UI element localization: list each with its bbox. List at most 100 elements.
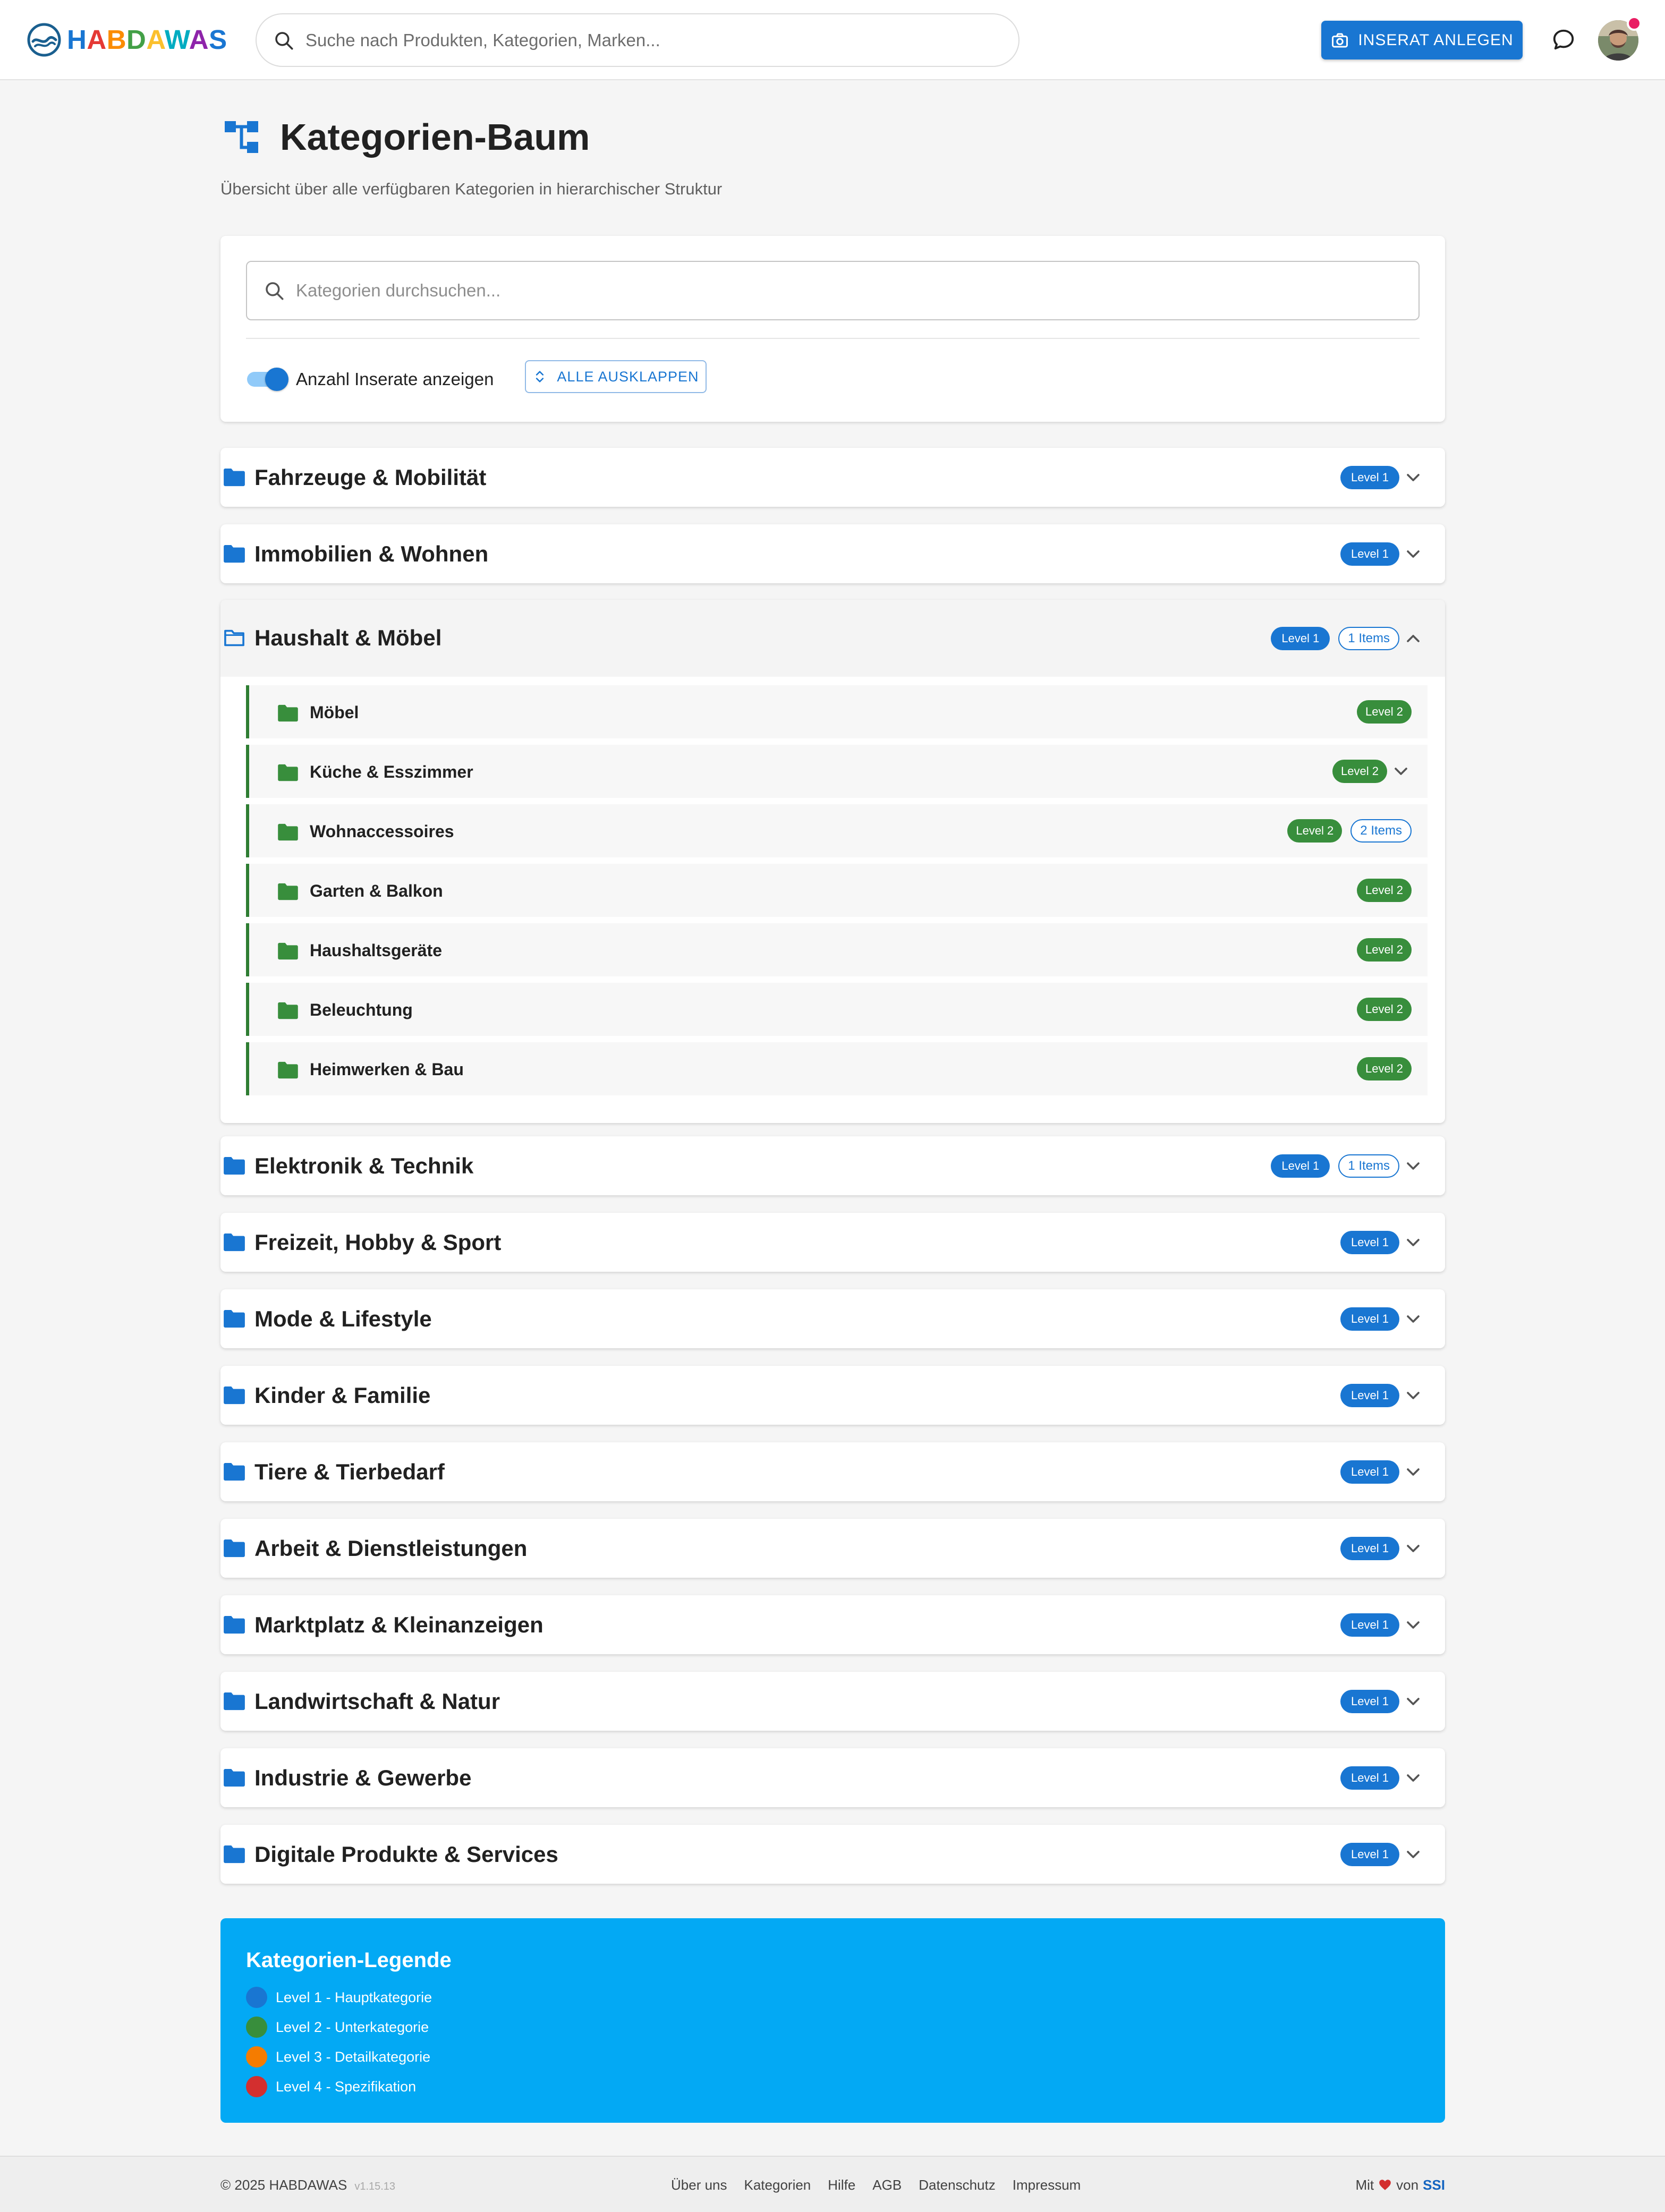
category-header[interactable]: Immobilien & Wohnen Level 1 bbox=[220, 524, 1445, 583]
search-icon bbox=[266, 282, 284, 300]
category-name: Kinder & Familie bbox=[254, 1383, 431, 1408]
logo[interactable]: HABDAWAS bbox=[27, 22, 227, 57]
subcategory-item[interactable]: Heimwerken & Bau Level 2 bbox=[246, 1042, 1428, 1095]
footer-link[interactable]: Impressum bbox=[1013, 2176, 1081, 2194]
category-card: Industrie & Gewerbe Level 1 bbox=[220, 1748, 1445, 1807]
subcategory-item[interactable]: Garten & Balkon Level 2 bbox=[246, 864, 1428, 917]
subcategory-item[interactable]: Möbel Level 2 bbox=[246, 685, 1428, 738]
logo-wave-icon bbox=[27, 23, 61, 57]
category-header[interactable]: Haushalt & Möbel Level 1 1 Items bbox=[220, 600, 1445, 677]
category-meta: Level 1 bbox=[1340, 524, 1424, 583]
category-header[interactable]: Tiere & Tierbedarf Level 1 bbox=[220, 1442, 1445, 1501]
legend-label: Level 2 - Unterkategorie bbox=[276, 2019, 429, 2035]
chevron-down-icon bbox=[1407, 1774, 1420, 1782]
category-header[interactable]: Fahrzeuge & Mobilität Level 1 bbox=[220, 448, 1445, 507]
global-search-input[interactable] bbox=[305, 30, 996, 50]
category-card: Fahrzeuge & Mobilität Level 1 bbox=[220, 448, 1445, 507]
messages-button[interactable] bbox=[1550, 27, 1577, 53]
category-header[interactable]: Marktplatz & Kleinanzeigen Level 1 bbox=[220, 1595, 1445, 1654]
category-card: Kinder & Familie Level 1 bbox=[220, 1366, 1445, 1425]
expand-all-button[interactable]: ALLE AUSKLAPPEN bbox=[525, 360, 707, 393]
category-name: Tiere & Tierbedarf bbox=[254, 1459, 445, 1484]
category-header[interactable]: Mode & Lifestyle Level 1 bbox=[220, 1289, 1445, 1348]
folder-icon bbox=[224, 1539, 245, 1558]
category-name: Mode & Lifestyle bbox=[254, 1306, 432, 1331]
category-meta: Level 1 bbox=[1340, 1519, 1424, 1578]
subcategory-meta: Level 2 2 Items bbox=[1287, 804, 1412, 857]
category-meta: Level 1 1 Items bbox=[1271, 1136, 1424, 1195]
category-card: Arbeit & Dienstleistungen Level 1 bbox=[220, 1519, 1445, 1578]
folder-open-icon bbox=[224, 629, 244, 646]
folder-icon bbox=[224, 1156, 245, 1175]
footer-link[interactable]: Hilfe bbox=[828, 2176, 855, 2194]
folder-icon bbox=[224, 545, 245, 563]
category-meta: Level 1 bbox=[1340, 1595, 1424, 1654]
category-meta: Level 1 bbox=[1340, 1213, 1424, 1272]
folder-icon bbox=[278, 823, 298, 841]
subcategory-meta: Level 2 bbox=[1357, 685, 1412, 738]
global-search[interactable] bbox=[256, 13, 1020, 67]
footer-link[interactable]: Datenschutz bbox=[919, 2176, 996, 2194]
subcategory-name: Möbel bbox=[310, 703, 359, 722]
logo-letter: D bbox=[126, 24, 147, 55]
show-count-label: Anzahl Inserate anzeigen bbox=[296, 369, 494, 389]
folder-icon bbox=[224, 1845, 245, 1864]
category-name: Marktplatz & Kleinanzeigen bbox=[254, 1612, 543, 1637]
footer-link[interactable]: AGB bbox=[872, 2176, 902, 2194]
create-listing-button[interactable]: INSERAT ANLEGEN bbox=[1321, 21, 1523, 59]
category-header[interactable]: Digitale Produkte & Services Level 1 bbox=[220, 1825, 1445, 1884]
legend-color-dot bbox=[246, 1987, 267, 2008]
level-badge: Level 1 bbox=[1340, 1689, 1399, 1713]
subcategory-item[interactable]: Haushaltsgeräte Level 2 bbox=[246, 923, 1428, 976]
logo-letter: H bbox=[67, 24, 87, 55]
category-search-input[interactable] bbox=[296, 280, 1412, 301]
footer-link[interactable]: Über uns bbox=[671, 2176, 727, 2194]
made-brand[interactable]: SSI bbox=[1423, 2176, 1445, 2194]
footer-link[interactable]: Kategorien bbox=[744, 2176, 811, 2194]
legend-entry: Level 1 - Hauptkategorie bbox=[246, 1987, 432, 2008]
version: v1.15.13 bbox=[354, 2181, 396, 2192]
category-header[interactable]: Elektronik & Technik Level 1 1 Items bbox=[220, 1136, 1445, 1195]
folder-icon bbox=[224, 1692, 245, 1711]
items-count-badge: 1 Items bbox=[1338, 626, 1399, 650]
subcategory-meta: Level 2 bbox=[1357, 1042, 1412, 1095]
chevron-down-icon bbox=[1407, 473, 1420, 481]
logo-text: HABDAWAS bbox=[67, 22, 227, 57]
level-badge: Level 1 bbox=[1340, 1766, 1399, 1790]
category-meta: Level 1 1 Items bbox=[1271, 600, 1424, 677]
category-card: Mode & Lifestyle Level 1 bbox=[220, 1289, 1445, 1348]
folder-icon bbox=[278, 1002, 298, 1019]
legend-title: Kategorien-Legende bbox=[246, 1949, 452, 1972]
category-header[interactable]: Industrie & Gewerbe Level 1 bbox=[220, 1748, 1445, 1807]
category-header[interactable]: Kinder & Familie Level 1 bbox=[220, 1366, 1445, 1425]
chevron-down-icon bbox=[1407, 1850, 1420, 1858]
category-search[interactable] bbox=[246, 261, 1420, 320]
logo-letter: B bbox=[106, 24, 127, 55]
notification-dot bbox=[1627, 16, 1642, 31]
folder-icon bbox=[224, 1386, 245, 1405]
category-header[interactable]: Landwirtschaft & Natur Level 1 bbox=[220, 1672, 1445, 1731]
create-listing-label: INSERAT ANLEGEN bbox=[1358, 31, 1514, 49]
category-header[interactable]: Freizeit, Hobby & Sport Level 1 bbox=[220, 1213, 1445, 1272]
folder-icon bbox=[224, 1768, 245, 1787]
category-header[interactable]: Arbeit & Dienstleistungen Level 1 bbox=[220, 1519, 1445, 1578]
subcategory-item[interactable]: Wohnaccessoires Level 2 2 Items bbox=[246, 804, 1428, 857]
level-badge: Level 2 bbox=[1357, 1057, 1412, 1081]
chevron-down-icon bbox=[1407, 1162, 1420, 1170]
legend-entry: Level 3 - Detailkategorie bbox=[246, 2046, 430, 2068]
category-meta: Level 1 bbox=[1340, 1442, 1424, 1501]
subcategory-item[interactable]: Beleuchtung Level 2 bbox=[246, 983, 1428, 1036]
level-badge: Level 2 bbox=[1332, 760, 1387, 783]
subcategory-list: Möbel Level 2 Küche & Esszimmer Level 2 Wohn… bbox=[220, 677, 1445, 1123]
show-count-toggle[interactable] bbox=[246, 367, 288, 392]
folder-icon bbox=[224, 1615, 245, 1634]
subcategory-meta: Level 2 bbox=[1332, 745, 1412, 798]
chevron-down-icon bbox=[1407, 1238, 1420, 1246]
category-name: Digitale Produkte & Services bbox=[254, 1842, 558, 1867]
legend-color-dot bbox=[246, 2076, 267, 2097]
subcategory-meta: Level 2 bbox=[1357, 864, 1412, 917]
subcategory-item[interactable]: Küche & Esszimmer Level 2 bbox=[246, 745, 1428, 798]
category-meta: Level 1 bbox=[1340, 1748, 1424, 1807]
level-badge: Level 1 bbox=[1340, 1230, 1399, 1254]
subcategory-name: Garten & Balkon bbox=[310, 881, 443, 900]
